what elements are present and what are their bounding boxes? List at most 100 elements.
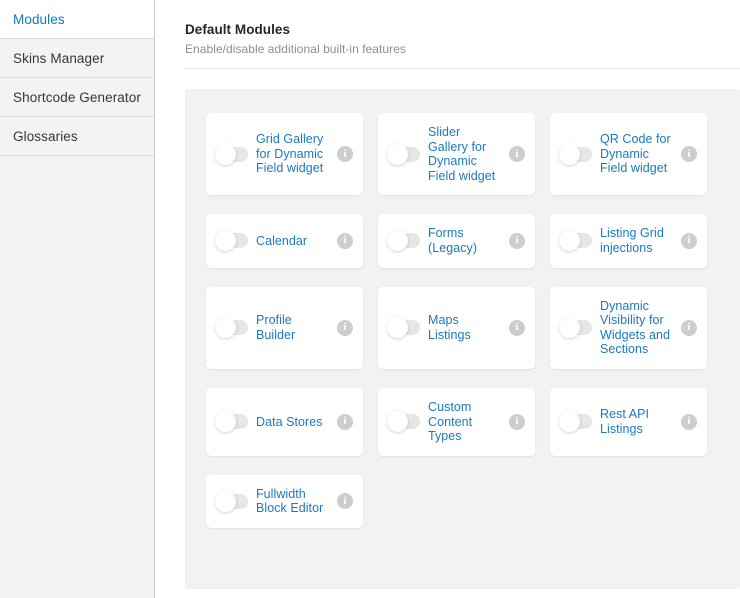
sidebar-item-label: Shortcode Generator — [13, 89, 141, 105]
module-card-listing-grid-injections: Listing Grid injections i — [550, 214, 707, 268]
module-card-slider-gallery-for-dynamic-field-widget: Slider Gallery for Dynamic Field widget i — [378, 113, 535, 196]
page-header: Default Modules Enable/disable additiona… — [185, 0, 740, 69]
module-card-grid-gallery-for-dynamic-field-widget: Grid Gallery for Dynamic Field widget i — [206, 113, 363, 196]
sidebar-item-glossaries[interactable]: Glossaries — [0, 117, 154, 156]
sidebar-item-label: Skins Manager — [13, 50, 105, 66]
sidebar-item-shortcode-generator[interactable]: Shortcode Generator — [0, 78, 154, 117]
module-label-dynamic-visibility-for-widgets-and-sections[interactable]: Dynamic Visibility for Widgets and Secti… — [598, 299, 675, 357]
toggle-knob — [215, 143, 236, 165]
module-card-forms-legacy: Forms (Legacy) i — [378, 214, 535, 268]
module-card-qr-code-for-dynamic-field-widget: QR Code for Dynamic Field widget i — [550, 113, 707, 196]
page-title: Default Modules — [185, 22, 291, 37]
main-content: Default Modules Enable/disable additiona… — [155, 0, 740, 598]
info-icon[interactable]: i — [509, 413, 525, 430]
module-label-qr-code-for-dynamic-field-widget[interactable]: QR Code for Dynamic Field widget — [598, 132, 675, 176]
module-card-profile-builder: Profile Builder i — [206, 286, 363, 369]
info-icon[interactable]: i — [681, 413, 697, 430]
module-card-inner: Fullwidth Block Editor i — [215, 487, 353, 516]
info-icon[interactable]: i — [681, 146, 697, 163]
info-icon[interactable]: i — [509, 319, 525, 336]
module-toggle-profile-builder[interactable] — [215, 317, 248, 339]
info-icon[interactable]: i — [337, 493, 353, 510]
module-row: Profile Builder i Maps Listings i Dynamic Vi… — [206, 286, 728, 369]
module-toggle-slider-gallery-for-dynamic-field-widget[interactable] — [387, 143, 420, 165]
module-card-rest-api-listings: Rest API Listings i — [550, 387, 707, 456]
info-icon[interactable]: i — [337, 146, 353, 163]
toggle-knob — [559, 230, 580, 252]
module-card-inner: QR Code for Dynamic Field widget i — [559, 132, 697, 176]
sidebar-item-label: Modules — [13, 11, 65, 27]
toggle-knob — [559, 411, 580, 433]
module-toggle-data-stores[interactable] — [215, 411, 248, 433]
module-toggle-listing-grid-injections[interactable] — [559, 230, 592, 252]
module-card-inner: Profile Builder i — [215, 313, 353, 342]
sidebar-item-label: Glossaries — [13, 128, 78, 144]
module-label-calendar[interactable]: Calendar — [254, 234, 331, 249]
toggle-knob — [215, 490, 236, 512]
module-toggle-rest-api-listings[interactable] — [559, 411, 592, 433]
module-toggle-maps-listings[interactable] — [387, 317, 420, 339]
toggle-knob — [387, 143, 408, 165]
sidebar-item-modules[interactable]: Modules — [0, 0, 154, 39]
settings-sidebar: Modules Skins Manager Shortcode Generator G… — [0, 0, 155, 598]
module-toggle-custom-content-types[interactable] — [387, 411, 420, 433]
sidebar-item-skins-manager[interactable]: Skins Manager — [0, 39, 154, 78]
toggle-knob — [215, 230, 236, 252]
info-icon[interactable]: i — [337, 319, 353, 336]
module-card-maps-listings: Maps Listings i — [378, 286, 535, 369]
modules-grid: Grid Gallery for Dynamic Field widget i Sl… — [185, 113, 740, 547]
module-toggle-forms-legacy[interactable] — [387, 230, 420, 252]
module-label-grid-gallery-for-dynamic-field-widget[interactable]: Grid Gallery for Dynamic Field widget — [254, 132, 331, 176]
module-card-inner: Forms (Legacy) i — [387, 226, 525, 255]
module-card-inner: Maps Listings i — [387, 313, 525, 342]
module-row: Data Stores i Custom Content Types i Rest AP… — [206, 387, 728, 456]
module-row: Grid Gallery for Dynamic Field widget i Sl… — [206, 113, 728, 196]
module-label-profile-builder[interactable]: Profile Builder — [254, 313, 331, 342]
module-card-inner: Slider Gallery for Dynamic Field widget i — [387, 125, 525, 183]
module-card-inner: Calendar i — [215, 230, 353, 252]
module-card-inner: Rest API Listings i — [559, 407, 697, 436]
toggle-knob — [215, 317, 236, 339]
module-label-forms-legacy[interactable]: Forms (Legacy) — [426, 226, 503, 255]
module-card-inner: Data Stores i — [215, 411, 353, 433]
module-label-fullwidth-block-editor[interactable]: Fullwidth Block Editor — [254, 487, 331, 516]
toggle-knob — [387, 230, 408, 252]
modules-settings-screen: Modules Skins Manager Shortcode Generator G… — [0, 0, 740, 598]
module-toggle-grid-gallery-for-dynamic-field-widget[interactable] — [215, 143, 248, 165]
toggle-knob — [387, 411, 408, 433]
module-row: Calendar i Forms (Legacy) i Listing Grid inj… — [206, 214, 728, 268]
info-icon[interactable]: i — [337, 413, 353, 430]
info-icon[interactable]: i — [681, 232, 697, 249]
module-card-inner: Dynamic Visibility for Widgets and Secti… — [559, 299, 697, 357]
module-card-calendar: Calendar i — [206, 214, 363, 268]
module-label-listing-grid-injections[interactable]: Listing Grid injections — [598, 226, 675, 255]
toggle-knob — [559, 317, 580, 339]
modules-panel: Grid Gallery for Dynamic Field widget i Sl… — [185, 89, 740, 589]
module-label-maps-listings[interactable]: Maps Listings — [426, 313, 503, 342]
module-toggle-fullwidth-block-editor[interactable] — [215, 490, 248, 512]
module-card-custom-content-types: Custom Content Types i — [378, 387, 535, 456]
info-icon[interactable]: i — [509, 146, 525, 163]
page-subtitle: Enable/disable additional built-in featu… — [185, 42, 406, 56]
module-label-custom-content-types[interactable]: Custom Content Types — [426, 400, 503, 444]
sidebar-filler — [0, 156, 154, 598]
toggle-knob — [559, 143, 580, 165]
info-icon[interactable]: i — [337, 232, 353, 249]
module-toggle-dynamic-visibility-for-widgets-and-sections[interactable] — [559, 317, 592, 339]
info-icon[interactable]: i — [509, 232, 525, 249]
module-card-inner: Custom Content Types i — [387, 400, 525, 444]
toggle-knob — [387, 317, 408, 339]
module-toggle-qr-code-for-dynamic-field-widget[interactable] — [559, 143, 592, 165]
module-label-data-stores[interactable]: Data Stores — [254, 415, 331, 430]
module-card-inner: Grid Gallery for Dynamic Field widget i — [215, 132, 353, 176]
sidebar-nav-list: Modules Skins Manager Shortcode Generator G… — [0, 0, 154, 156]
module-card-dynamic-visibility-for-widgets-and-sections: Dynamic Visibility for Widgets and Secti… — [550, 286, 707, 369]
module-label-slider-gallery-for-dynamic-field-widget[interactable]: Slider Gallery for Dynamic Field widget — [426, 125, 503, 183]
toggle-knob — [215, 411, 236, 433]
info-icon[interactable]: i — [681, 319, 697, 336]
module-card-data-stores: Data Stores i — [206, 387, 363, 456]
module-label-rest-api-listings[interactable]: Rest API Listings — [598, 407, 675, 436]
module-card-fullwidth-block-editor: Fullwidth Block Editor i — [206, 474, 363, 528]
module-row: Fullwidth Block Editor i — [206, 474, 728, 528]
module-toggle-calendar[interactable] — [215, 230, 248, 252]
